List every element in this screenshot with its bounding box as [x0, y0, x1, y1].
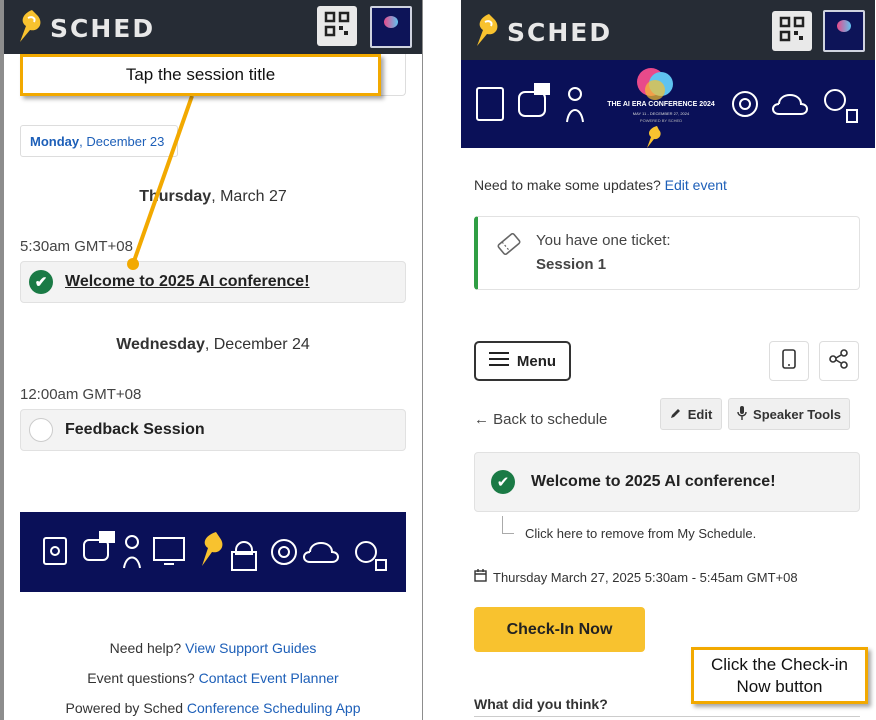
feedback-divider: [474, 716, 860, 717]
edit-event-link[interactable]: Edit event: [665, 177, 727, 193]
menu-label: Menu: [516, 352, 557, 370]
banner-tagline: POWERED BY SCHED: [639, 118, 683, 123]
session-header-card: ✔ Welcome to 2025 AI conference!: [474, 452, 860, 512]
session-title: Welcome to 2025 AI conference!: [531, 473, 776, 490]
event-banner: THE AI ERA CONFERENCE 2024 MAY 11 - DECE…: [461, 60, 875, 148]
qr-code-icon: [779, 16, 805, 47]
speaker-tools-label: Speaker Tools: [753, 406, 841, 422]
sched-logo-icon: [475, 12, 503, 53]
qr-code-button[interactable]: [772, 11, 812, 51]
ticket-icon: [496, 231, 522, 262]
session-datetime: Thursday March 27, 2025 5:30am - 5:45am …: [474, 569, 798, 585]
ticket-line1: You have one ticket:: [536, 232, 671, 249]
pencil-icon: [670, 407, 682, 422]
banner-dates: MAY 11 - DECEMBER 27, 2024: [632, 111, 690, 116]
ticket-card: You have one ticket: Session 1: [474, 216, 860, 290]
mobile-icon: [782, 348, 796, 374]
edit-button[interactable]: Edit: [660, 398, 722, 430]
top-bar: SCHED: [461, 0, 875, 60]
check-icon[interactable]: ✔: [491, 470, 515, 494]
session-detail-panel: SCHED THE AI ERA CONFERENCE 2024 MAY 11 …: [461, 0, 875, 720]
datetime-text: Thursday March 27, 2025 5:30am - 5:45am …: [493, 569, 798, 585]
menu-button[interactable]: Menu: [474, 341, 571, 381]
remove-from-schedule-link[interactable]: Click here to remove from My Schedule.: [525, 526, 756, 541]
sched-logo[interactable]: SCHED: [475, 12, 612, 53]
check-in-button[interactable]: Check-In Now: [474, 607, 645, 652]
brand-name: SCHED: [507, 18, 613, 47]
check-in-callout: Click the Check-in Now button: [691, 647, 868, 704]
remove-connector: [502, 516, 514, 534]
share-icon: [829, 348, 849, 374]
hamburger-icon: [488, 352, 509, 370]
updates-line: Need to make some updates? Edit event: [474, 177, 727, 193]
calendar-icon: [474, 569, 487, 585]
share-button[interactable]: [819, 341, 859, 381]
speaker-tools-button[interactable]: Speaker Tools: [728, 398, 850, 430]
edit-label: Edit: [687, 406, 713, 422]
ticket-session: Session 1: [536, 256, 607, 273]
mobile-view-button[interactable]: [769, 341, 809, 381]
feedback-heading: What did you think?: [474, 696, 608, 712]
event-thumbnail[interactable]: [823, 10, 865, 52]
tap-title-callout: Tap the session title: [20, 54, 381, 96]
banner-title: THE AI ERA CONFERENCE 2024: [607, 101, 715, 108]
back-to-schedule-link[interactable]: ← Back to schedule: [474, 411, 607, 428]
microphone-icon: [737, 405, 747, 423]
